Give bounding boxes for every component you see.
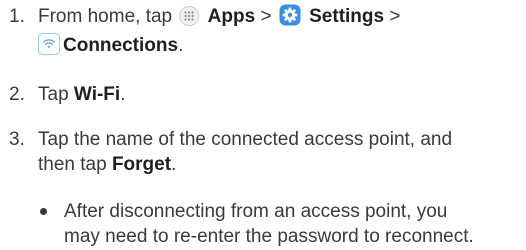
bullet-text: After disconnecting from an access point… — [64, 199, 524, 249]
step-number: 1. — [9, 6, 25, 27]
apps-label: Apps — [207, 6, 256, 27]
step-text-line: Tap the name of the connected access poi… — [38, 129, 453, 150]
step-text-prefix: then tap — [38, 154, 107, 175]
step-number: 2. — [9, 84, 25, 105]
step-text: From home, tap Apps > Settings > Connect… — [38, 4, 518, 62]
connections-wifi-icon — [38, 33, 60, 62]
forget-label: Forget — [111, 154, 172, 175]
step-text-suffix: . — [171, 154, 177, 175]
apps-grid-icon — [179, 6, 200, 33]
step-text: Tap Wi-Fi. — [38, 82, 518, 107]
step-text-prefix: From home, tap — [38, 6, 173, 27]
step-text-suffix: . — [178, 35, 184, 56]
step-text-prefix: Tap — [38, 84, 69, 105]
separator: > — [260, 6, 272, 27]
step-number: 3. — [9, 129, 25, 150]
bullet-dot — [40, 208, 47, 215]
bullet-text-line: After disconnecting from an access point… — [64, 201, 448, 222]
step-text-suffix: . — [120, 84, 126, 105]
step-text: Tap the name of the connected access poi… — [38, 127, 518, 177]
settings-label: Settings — [309, 6, 385, 27]
connections-label: Connections — [63, 35, 179, 56]
wifi-label: Wi-Fi — [73, 84, 121, 105]
separator: > — [389, 6, 401, 27]
settings-gear-icon — [279, 4, 301, 33]
bullet-text-line: may need to re-enter the password to rec… — [64, 226, 474, 247]
